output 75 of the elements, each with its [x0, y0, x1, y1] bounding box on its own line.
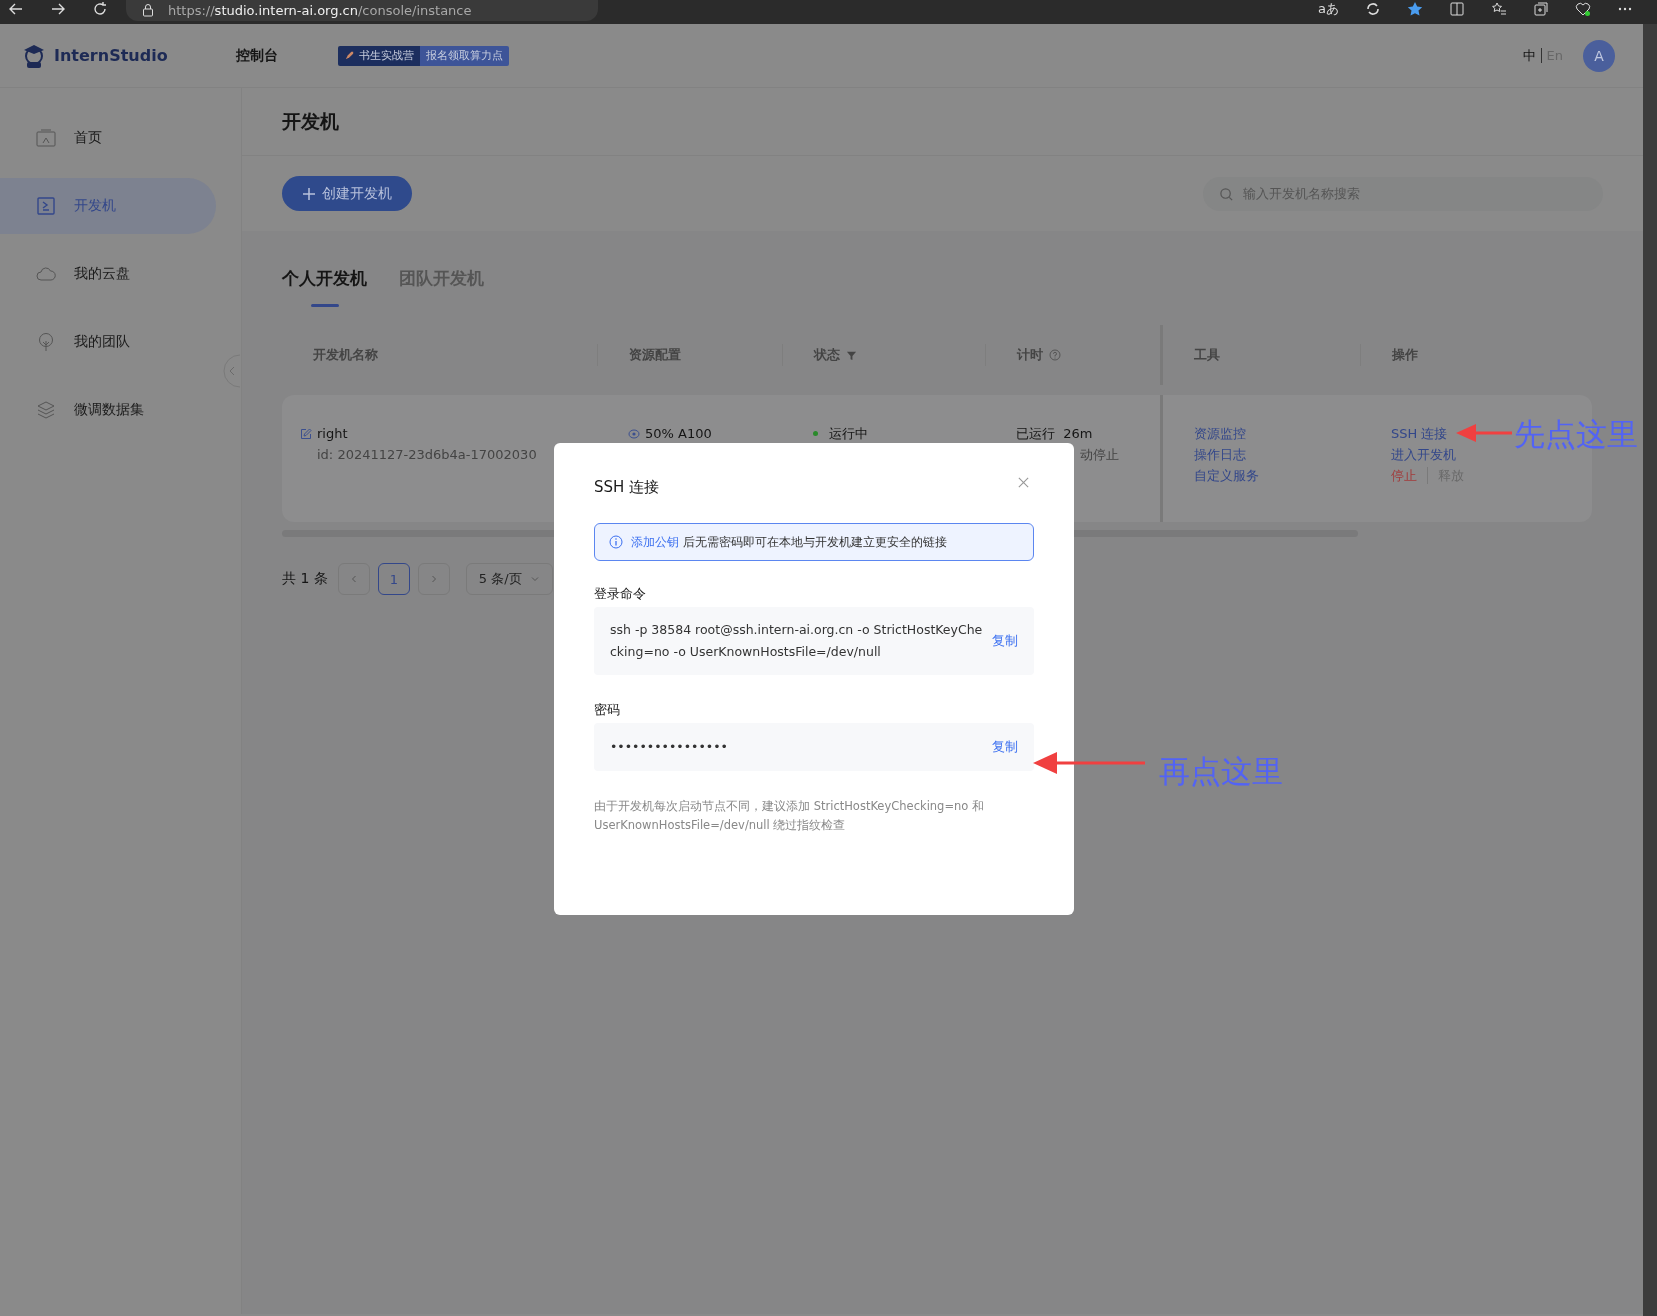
back-icon[interactable]	[8, 1, 24, 17]
cloud-icon	[36, 264, 56, 284]
field-value: ••••••••••••••••	[610, 738, 729, 756]
page-title: 开发机	[282, 108, 339, 134]
column-header: 状态	[814, 346, 840, 364]
tree-icon	[36, 332, 56, 352]
layers-icon	[36, 400, 56, 420]
forward-icon[interactable]	[50, 1, 66, 17]
field-label: 登录命令	[594, 585, 647, 603]
sidebar-item[interactable]: 开发机	[0, 178, 216, 234]
search-icon	[1219, 186, 1234, 202]
language-option[interactable]: 中	[1522, 46, 1536, 65]
hint-text: 由于开发机每次启动节点不同，建议添加 StrictHostKeyChecking=no 和 UserKnownHostsFile=/dev/null 绕过指纹检查	[594, 798, 986, 834]
sidebar-item[interactable]: 我的云盘	[0, 246, 216, 302]
column-header: 操作	[1392, 346, 1418, 364]
info-icon	[609, 535, 623, 549]
collections-icon[interactable]	[1533, 1, 1549, 17]
tool-link[interactable]: 资源监控	[1194, 425, 1360, 442]
resource-text: 50% A100	[645, 425, 712, 442]
annotation-arrow	[1456, 423, 1512, 443]
total-count: 共 1 条	[282, 570, 328, 588]
status-dot	[813, 431, 818, 436]
column-header: 开发机名称	[313, 346, 378, 364]
lock-icon	[142, 3, 154, 17]
page-size-select[interactable]: 5 条/页	[465, 563, 553, 595]
close-icon[interactable]	[1017, 475, 1030, 489]
sidebar-item[interactable]: 我的团队	[0, 314, 216, 370]
copy-link[interactable]: 复制	[992, 630, 1018, 652]
monitor-icon	[36, 128, 56, 148]
annotation-text: 先点这里	[1514, 415, 1638, 454]
promo-banner[interactable]: 书生实战营 报名领取算力点	[337, 45, 509, 66]
address-bar[interactable]: https://studio.intern-ai.org.cn/console/instance	[126, 0, 598, 21]
dialog-title: SSH 连接	[594, 477, 660, 497]
action-link[interactable]: 进入开发机	[1391, 446, 1456, 463]
heart-pulse-icon[interactable]	[1575, 1, 1591, 17]
banner-tag: 书生实战营	[337, 45, 420, 66]
plus-icon	[302, 186, 316, 201]
url-text: https://studio.intern-ai.org.cn/console/instance	[168, 2, 472, 18]
sidebar-item[interactable]: 首页	[0, 110, 216, 166]
user-avatar[interactable]: A	[1583, 39, 1615, 72]
read-aloud-button[interactable]: aあ	[1318, 0, 1339, 18]
column-header: 计时	[1017, 346, 1043, 364]
instance-id: id: 20241127-23d6b4a-17002030	[316, 446, 538, 463]
sidebar-item[interactable]: 微调数据集	[0, 382, 216, 438]
annotation-text: 再点这里	[1159, 752, 1283, 791]
instance-name: right	[317, 425, 348, 442]
add-public-key-link[interactable]: 添加公钥	[631, 533, 679, 551]
timer-text: 已运行 26m	[1016, 425, 1094, 442]
chevron-down-icon	[529, 574, 540, 584]
logo-text[interactable]: InternStudio	[54, 46, 168, 65]
page-button[interactable]: 1	[377, 563, 410, 595]
window-scrollbar[interactable]	[1643, 24, 1657, 1316]
column-header: 资源配置	[629, 346, 681, 364]
split-screen-icon[interactable]	[1449, 1, 1465, 17]
rocket-icon	[343, 50, 355, 61]
create-button[interactable]: 创建开发机	[282, 176, 412, 211]
column-header: 工具	[1194, 346, 1220, 364]
console-link[interactable]: 控制台	[235, 46, 278, 65]
refresh-arrows-icon[interactable]	[1365, 1, 1381, 17]
reload-icon[interactable]	[92, 1, 108, 17]
star-icon[interactable]	[1407, 1, 1423, 17]
terminal-icon	[36, 196, 56, 216]
field-value: ssh -p 38584 root@ssh.intern-ai.org.cn -o StrictHostKeyChecking=no -o UserKnownHostsFile=/dev/null	[610, 621, 984, 661]
status-text: 运行中	[829, 425, 868, 442]
alert-text: 后无需密码即可在本地与开发机建立更安全的链接	[683, 533, 947, 551]
banner-text: 报名领取算力点	[419, 45, 509, 66]
tool-link[interactable]: 自定义服务	[1194, 467, 1360, 484]
tool-link[interactable]: 操作日志	[1194, 446, 1360, 463]
favorites-icon[interactable]	[1491, 1, 1507, 17]
eye-icon	[628, 427, 640, 440]
filter-icon[interactable]	[846, 349, 857, 361]
field-label: 密码	[594, 701, 621, 719]
copy-link[interactable]: 复制	[992, 736, 1018, 758]
timer-note: 动停止	[1080, 446, 1120, 463]
action-link[interactable]: SSH 连接	[1391, 425, 1448, 442]
